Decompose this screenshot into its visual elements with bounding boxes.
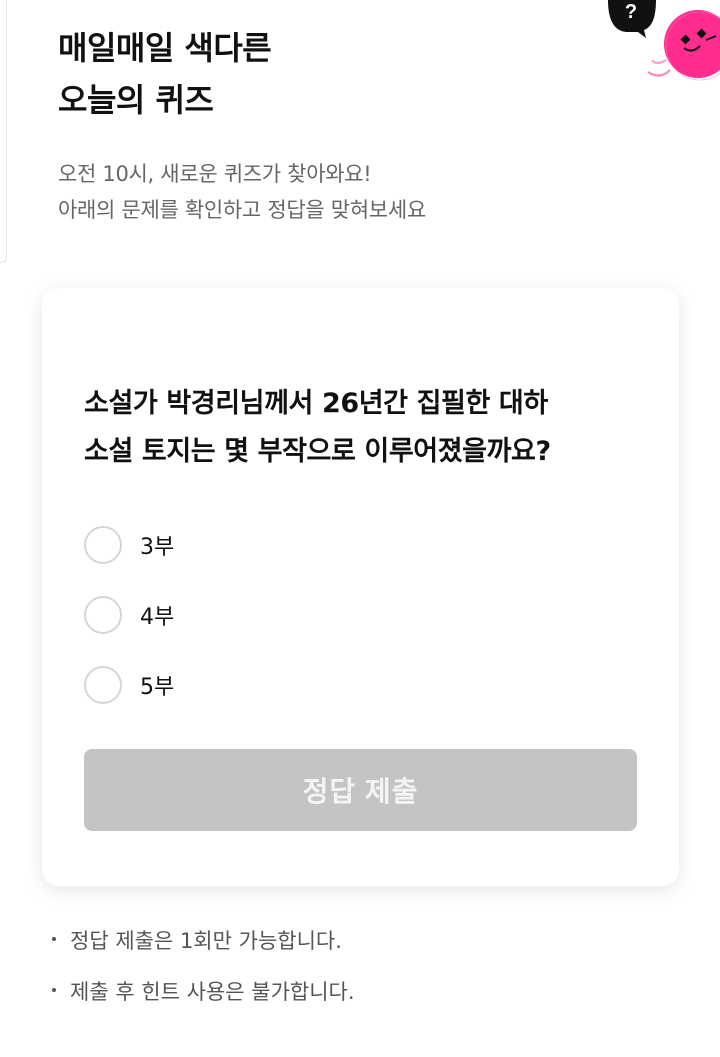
- radio-button[interactable]: [84, 666, 122, 704]
- notice-text: 정답 제출은 1회만 가능합니다.: [70, 929, 342, 953]
- answer-option-label: 4부: [140, 605, 175, 630]
- quiz-question: 소설가 박경리님께서 26년간 집필한 대하 소설 토지는 몇 부작으로 이루어…: [84, 380, 644, 476]
- radio-button[interactable]: [84, 596, 122, 634]
- bullet-icon: [52, 988, 56, 992]
- answer-options: 3부 4부 5부: [84, 524, 174, 734]
- page-subtitle-line2: 아래의 문제를 확인하고 정답을 맞혀보세요: [58, 198, 426, 222]
- bullet-icon: [52, 937, 56, 941]
- notice-item: 정답 제출은 1회만 가능합니다.: [52, 928, 355, 954]
- pink-mascot-icon: [647, 10, 720, 81]
- answer-option-4[interactable]: 4부: [84, 594, 174, 636]
- answer-option-3[interactable]: 3부: [84, 524, 174, 566]
- page-subtitle-line1: 오전 10시, 새로운 퀴즈가 찾아와요!: [58, 162, 372, 186]
- page-subtitle: 오전 10시, 새로운 퀴즈가 찾아와요! 아래의 문제를 확인하고 정답을 맞…: [58, 156, 426, 228]
- question-bubble-icon[interactable]: ?: [608, 0, 656, 38]
- notice-list: 정답 제출은 1회만 가능합니다. 제출 후 힌트 사용은 불가합니다.: [52, 928, 355, 1030]
- page-title-line1: 매일매일 색다른: [58, 29, 272, 67]
- page-title: 매일매일 색다른 오늘의 퀴즈: [58, 22, 272, 126]
- radio-button[interactable]: [84, 526, 122, 564]
- quiz-card: 소설가 박경리님께서 26년간 집필한 대하 소설 토지는 몇 부작으로 이루어…: [42, 288, 679, 886]
- quiz-question-line1: 소설가 박경리님께서 26년간 집필한 대하: [84, 388, 548, 419]
- quiz-mascot[interactable]: ?: [600, 0, 720, 90]
- quiz-question-line2: 소설 토지는 몇 부작으로 이루어졌을까요?: [84, 436, 551, 467]
- notice-item: 제출 후 힌트 사용은 불가합니다.: [52, 979, 355, 1005]
- submit-answer-button[interactable]: 정답 제출: [84, 749, 637, 831]
- answer-option-5[interactable]: 5부: [84, 664, 174, 706]
- notice-text: 제출 후 힌트 사용은 불가합니다.: [70, 980, 355, 1004]
- page-title-line2: 오늘의 퀴즈: [58, 81, 214, 119]
- side-panel-edge: [0, 0, 7, 263]
- answer-option-label: 3부: [140, 535, 175, 560]
- svg-text:?: ?: [625, 1, 637, 23]
- answer-option-label: 5부: [140, 675, 175, 700]
